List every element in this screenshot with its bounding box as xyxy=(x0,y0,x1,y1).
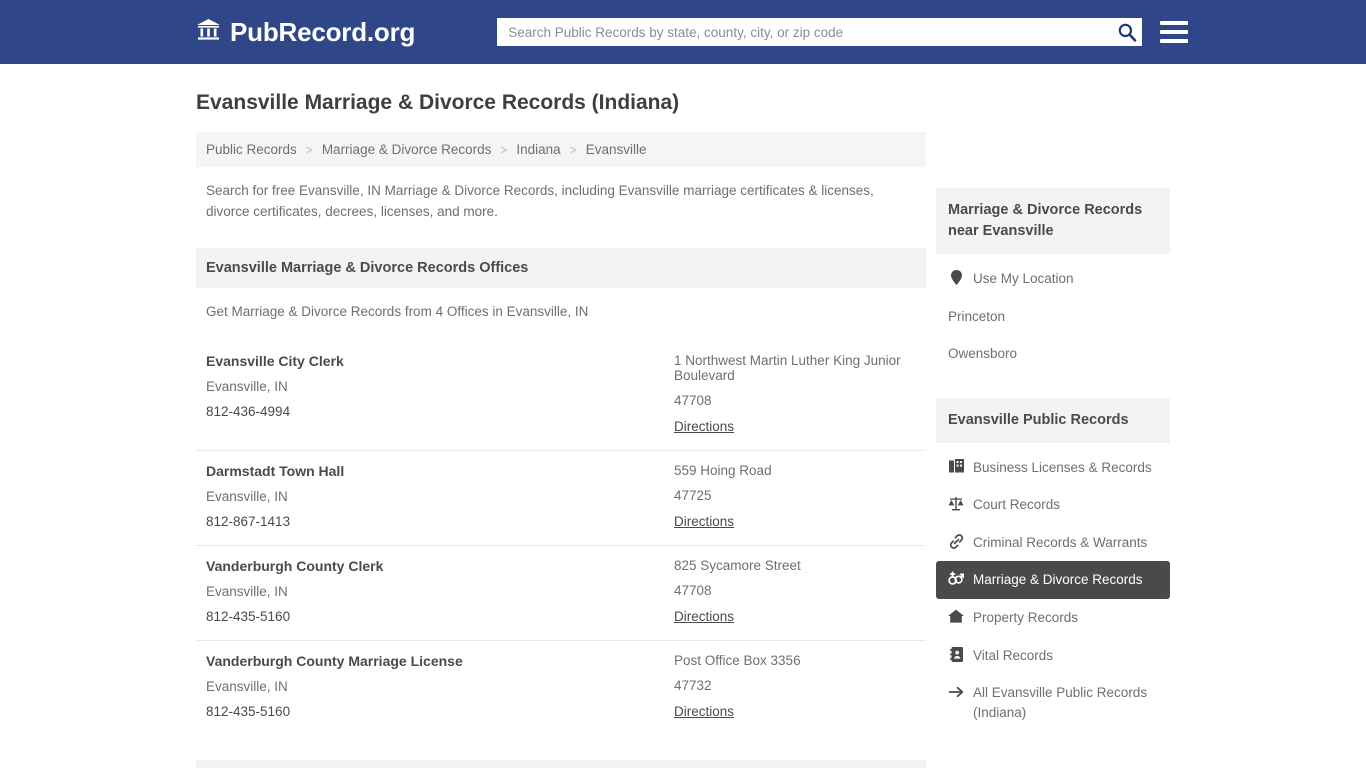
office-zip: 47725 xyxy=(674,488,712,504)
hamburger-bar xyxy=(1160,30,1189,34)
sidebar-item-vital-records[interactable]: Vital Records xyxy=(936,637,1170,675)
office-primary-info: Darmstadt Town Hall Evansville, IN 812-8… xyxy=(206,463,674,531)
mars-venus-icon xyxy=(948,570,964,587)
id-card-icon xyxy=(948,646,964,663)
sidebar: Marriage & Divorce Records near Evansvil… xyxy=(936,64,1170,768)
site-header: PubRecord.org xyxy=(0,0,1366,64)
breadcrumb-separator: > xyxy=(569,142,577,157)
table-row: Vanderburgh County Clerk Evansville, IN … xyxy=(196,545,926,640)
sidebar-item-label: Princeton xyxy=(948,308,1006,324)
sidebar-item-label: All Evansville Public Records (Indiana) xyxy=(973,685,1148,720)
office-phone[interactable]: 812-435-5160 xyxy=(206,704,674,719)
hamburger-bar xyxy=(1160,21,1189,25)
sidebar-item-business-licenses-records[interactable]: Business Licenses & Records xyxy=(936,449,1170,487)
office-city-state: Evansville, IN xyxy=(206,679,288,695)
directions-link[interactable]: Directions xyxy=(674,514,734,529)
sidebar-records-heading: Evansville Public Records xyxy=(936,397,1170,443)
scales-icon xyxy=(948,495,964,512)
sidebar-item-marriage-divorce-records[interactable]: Marriage & Divorce Records xyxy=(936,561,1170,599)
sidebar-item-label: Marriage & Divorce Records xyxy=(973,572,1143,588)
office-primary-info: Evansville City Clerk Evansville, IN 812… xyxy=(206,353,674,436)
business-building-icon xyxy=(948,458,964,475)
sidebar-item-princeton[interactable]: Princeton xyxy=(936,298,1170,336)
office-address: 559 Hoing Road xyxy=(674,463,772,479)
sidebar-item-use-my-location[interactable]: Use My Location xyxy=(936,260,1170,298)
office-address: 825 Sycamore Street xyxy=(674,558,801,574)
offices-section-subheading: Get Marriage & Divorce Records from 4 Of… xyxy=(206,304,589,320)
search-bar[interactable] xyxy=(497,18,1143,46)
sidebar-item-criminal-records-warrants[interactable]: Criminal Records & Warrants xyxy=(936,524,1170,562)
sidebar-item-label: Vital Records xyxy=(973,647,1054,663)
arrow-right-icon xyxy=(948,683,964,700)
table-row: Vanderburgh County Marriage License Evan… xyxy=(196,640,926,735)
directions-link[interactable]: Directions xyxy=(674,704,734,719)
sidebar-item-property-records[interactable]: Property Records xyxy=(936,599,1170,637)
sidebar-near-heading: Marriage & Divorce Records near Evansvil… xyxy=(936,188,1170,255)
sidebar-item-all-evansville-public-records[interactable]: All Evansville Public Records (Indiana) xyxy=(936,674,1170,731)
sidebar-item-label: Criminal Records & Warrants xyxy=(973,534,1148,550)
office-city-state: Evansville, IN xyxy=(206,489,288,505)
breadcrumb: Public Records > Marriage & Divorce Reco… xyxy=(196,132,926,168)
offices-section-heading: Evansville Marriage & Divorce Records Of… xyxy=(196,248,926,289)
office-name: Vanderburgh County Clerk xyxy=(206,558,384,575)
office-address: Post Office Box 3356 xyxy=(674,653,801,669)
breadcrumb-separator: > xyxy=(305,142,313,157)
sidebar-records-list: Business Licenses & Records Court Record… xyxy=(936,449,1170,732)
table-row: Evansville City Clerk Evansville, IN 812… xyxy=(196,341,926,450)
search-icon xyxy=(1118,23,1137,42)
page-body: Evansville Marriage & Divorce Records (I… xyxy=(0,64,1366,768)
breadcrumb-item-public-records[interactable]: Public Records xyxy=(206,142,297,157)
sidebar-item-label: Business Licenses & Records xyxy=(973,459,1152,475)
breadcrumb-item-marriage-divorce-records[interactable]: Marriage & Divorce Records xyxy=(322,142,492,157)
intro-description: Search for free Evansville, IN Marriage … xyxy=(206,183,874,220)
header-right-group xyxy=(497,18,1189,46)
breadcrumb-separator: > xyxy=(500,142,508,157)
sidebar-item-court-records[interactable]: Court Records xyxy=(936,486,1170,524)
databases-section-heading: Evansville Marriage & Divorce Records Da… xyxy=(196,760,926,768)
office-address-info: 825 Sycamore Street 47708 Directions xyxy=(674,558,916,626)
sidebar-item-label: Owensboro xyxy=(948,346,1018,362)
office-phone[interactable]: 812-436-4994 xyxy=(206,404,674,419)
main-content: Evansville Marriage & Divorce Records (I… xyxy=(196,64,926,768)
chain-link-icon xyxy=(948,533,964,550)
office-name: Vanderburgh County Marriage License xyxy=(206,653,463,670)
sidebar-item-label: Use My Location xyxy=(973,271,1074,287)
office-primary-info: Vanderburgh County Clerk Evansville, IN … xyxy=(206,558,674,626)
sidebar-item-owensboro[interactable]: Owensboro xyxy=(936,335,1170,373)
office-name: Evansville City Clerk xyxy=(206,353,344,370)
breadcrumb-item-evansville[interactable]: Evansville xyxy=(586,142,647,157)
office-zip: 47708 xyxy=(674,583,712,599)
search-button[interactable] xyxy=(1117,22,1137,42)
hamburger-bar xyxy=(1160,39,1189,43)
office-phone[interactable]: 812-435-5160 xyxy=(206,609,674,624)
sidebar-item-label: Property Records xyxy=(973,609,1079,625)
breadcrumb-item-indiana[interactable]: Indiana xyxy=(516,142,560,157)
brand-logo-link[interactable]: PubRecord.org xyxy=(196,17,415,48)
bank-icon xyxy=(196,18,221,46)
sidebar-near-list: Use My Location Princeton Owensboro xyxy=(936,260,1170,373)
office-city-state: Evansville, IN xyxy=(206,584,288,600)
sidebar-item-label: Court Records xyxy=(973,497,1061,513)
hamburger-menu-icon[interactable] xyxy=(1160,21,1189,43)
office-primary-info: Vanderburgh County Marriage License Evan… xyxy=(206,653,674,721)
page-title: Evansville Marriage & Divorce Records (I… xyxy=(196,91,680,114)
brand-name: PubRecord.org xyxy=(230,16,416,47)
office-address-info: Post Office Box 3356 47732 Directions xyxy=(674,653,916,721)
directions-link[interactable]: Directions xyxy=(674,609,734,624)
office-address-info: 559 Hoing Road 47725 Directions xyxy=(674,463,916,531)
office-address: 1 Northwest Martin Luther King Junior Bo… xyxy=(674,353,901,384)
directions-link[interactable]: Directions xyxy=(674,419,734,434)
search-input[interactable] xyxy=(497,18,1143,46)
office-phone[interactable]: 812-867-1413 xyxy=(206,514,674,529)
office-address-info: 1 Northwest Martin Luther King Junior Bo… xyxy=(674,353,916,436)
offices-list: Evansville City Clerk Evansville, IN 812… xyxy=(196,341,926,735)
table-row: Darmstadt Town Hall Evansville, IN 812-8… xyxy=(196,450,926,545)
home-icon xyxy=(948,608,964,625)
office-zip: 47732 xyxy=(674,678,712,694)
map-pin-icon xyxy=(948,269,964,286)
office-city-state: Evansville, IN xyxy=(206,379,288,395)
office-name: Darmstadt Town Hall xyxy=(206,463,345,480)
office-zip: 47708 xyxy=(674,393,712,409)
